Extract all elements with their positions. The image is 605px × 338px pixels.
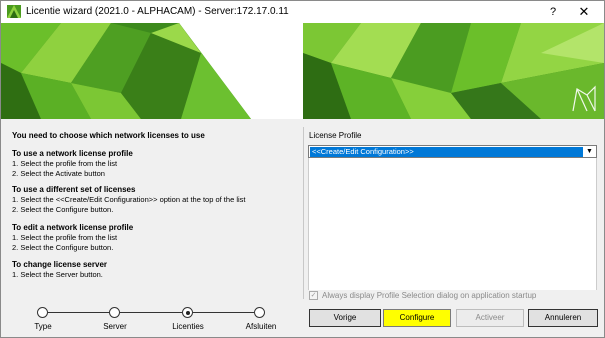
step-indicator-afsluiten: [254, 307, 265, 318]
always-display-checkbox-row[interactable]: ✓ Always display Profile Selection dialo…: [309, 291, 536, 300]
always-display-checkbox-label: Always display Profile Selection dialog …: [322, 291, 537, 300]
license-profile-label: License Profile: [309, 131, 362, 140]
license-profile-list-area: [308, 158, 597, 290]
step-connector: [48, 312, 109, 313]
step-connector: [120, 312, 182, 313]
banner-image: [1, 23, 604, 119]
step-indicator-licenties: [182, 307, 193, 318]
section-change-server: To change license server 1. Select the S…: [12, 260, 107, 280]
close-button[interactable]: ✕: [564, 3, 604, 21]
step-indicator-server: [109, 307, 120, 318]
panel-divider: [303, 127, 304, 299]
step-label-server: Server: [103, 322, 127, 331]
section-heading: To use a different set of licenses: [12, 185, 136, 194]
section-line: 1. Select the <<Create/Edit Configuratio…: [12, 195, 246, 204]
step-label-type: Type: [34, 322, 52, 331]
section-heading: To edit a network license profile: [12, 223, 134, 232]
step-label-afsluiten: Afsluiten: [245, 322, 277, 331]
step-connector: [193, 312, 254, 313]
checkmark-icon[interactable]: ✓: [309, 291, 318, 300]
section-line: 1. Select the Server button.: [12, 270, 103, 279]
configure-button[interactable]: Configure: [383, 309, 451, 327]
step-indicator-type: [37, 307, 48, 318]
alphacam-app-icon: [7, 5, 21, 18]
step-label-licenties: Licenties: [172, 322, 204, 331]
wizard-steps: Type Server Licenties Afsluiten: [1, 301, 301, 337]
chevron-down-icon[interactable]: ▼: [584, 147, 595, 157]
title-bar: Licentie wizard (2021.0 - ALPHACAM) - Se…: [1, 1, 604, 23]
section-different-licenses: To use a different set of licenses 1. Se…: [12, 185, 246, 214]
license-profile-selected[interactable]: <<Create/Edit Configuration>>: [310, 147, 583, 157]
activate-button[interactable]: Activeer: [456, 309, 524, 327]
section-line: 2. Select the Configure button.: [12, 204, 114, 214]
section-line: 2. Select the Configure button.: [12, 242, 114, 252]
section-line: 1. Select the profile from the list: [12, 233, 118, 242]
back-button[interactable]: Vorige: [309, 309, 381, 327]
intro-text: You need to choose which network license…: [12, 131, 205, 140]
section-heading: To change license server: [12, 260, 108, 269]
license-wizard-window: Licentie wizard (2021.0 - ALPHACAM) - Se…: [0, 0, 605, 338]
section-heading: To use a network license profile: [12, 149, 133, 158]
section-edit-profile: To edit a network license profile 1. Sel…: [12, 223, 133, 252]
section-line: 2. Select the Activate button: [12, 168, 105, 178]
section-use-profile: To use a network license profile 1. Sele…: [12, 149, 133, 178]
banner-graphic: [1, 23, 604, 119]
cancel-button[interactable]: Annuleren: [528, 309, 598, 327]
section-line: 1. Select the profile from the list: [12, 159, 118, 168]
license-profile-dropdown[interactable]: <<Create/Edit Configuration>> ▼: [308, 145, 597, 158]
window-title: Licentie wizard (2021.0 - ALPHACAM) - Se…: [26, 6, 289, 17]
